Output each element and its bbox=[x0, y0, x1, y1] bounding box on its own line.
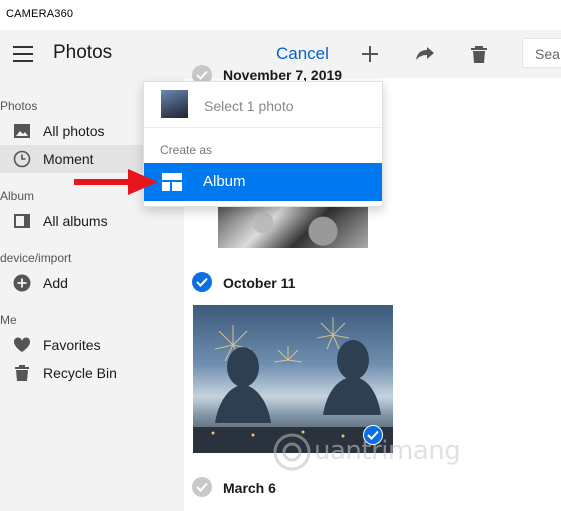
section-label-album: Album bbox=[0, 189, 35, 203]
clock-icon bbox=[13, 150, 31, 168]
search-placeholder: Sea bbox=[535, 46, 560, 62]
group-date-label: March 6 bbox=[223, 480, 276, 496]
delete-icon[interactable] bbox=[467, 42, 491, 66]
create-album-menu-item[interactable]: Album bbox=[144, 163, 382, 201]
select-photo-label: Select 1 photo bbox=[204, 98, 294, 114]
create-flyout-menu: Select 1 photo Create as Album bbox=[143, 81, 383, 207]
plus-circle-icon bbox=[13, 274, 31, 292]
watermark-text: uantrimang bbox=[314, 436, 461, 466]
sidebar-item-label: Moment bbox=[43, 151, 94, 167]
select-photo-item[interactable]: Select 1 photo bbox=[144, 82, 382, 128]
share-icon[interactable] bbox=[413, 42, 437, 66]
sidebar-item-label: Favorites bbox=[43, 337, 101, 353]
section-label-photos: Photos bbox=[0, 99, 38, 113]
cancel-button[interactable]: Cancel bbox=[276, 44, 329, 64]
sidebar-item-recycle-bin[interactable]: Recycle Bin bbox=[0, 359, 184, 387]
page-title: Photos bbox=[53, 42, 113, 63]
create-as-label: Create as bbox=[160, 143, 213, 157]
section-label-device-import: device/import bbox=[0, 251, 72, 265]
album-menu-label: Album bbox=[203, 173, 246, 190]
hamburger-menu-icon[interactable] bbox=[13, 46, 33, 62]
album-grid-icon bbox=[162, 173, 182, 191]
watermark-logo-icon bbox=[273, 433, 311, 471]
sidebar-item-add[interactable]: Add bbox=[0, 269, 184, 297]
title-bar: CAMERA360 bbox=[0, 0, 561, 30]
group-select-checkbox[interactable] bbox=[192, 477, 212, 497]
image-icon bbox=[13, 122, 31, 140]
selected-photo-thumbnail bbox=[161, 90, 188, 118]
photo-thumbnail[interactable] bbox=[218, 206, 368, 248]
group-date-label: October 11 bbox=[223, 275, 296, 291]
sidebar-item-label: Recycle Bin bbox=[43, 365, 117, 381]
heart-icon bbox=[13, 336, 31, 354]
trash-icon bbox=[13, 364, 31, 382]
add-icon[interactable] bbox=[358, 42, 382, 66]
app-title: CAMERA360 bbox=[6, 8, 74, 20]
sidebar-item-label: Add bbox=[43, 275, 68, 291]
red-arrow-annotation bbox=[74, 169, 158, 195]
search-input[interactable]: Sea bbox=[522, 38, 561, 68]
watermark: uantrimang bbox=[272, 428, 502, 478]
sidebar-item-label: All albums bbox=[43, 213, 108, 229]
sidebar-item-all-albums[interactable]: All albums bbox=[0, 207, 184, 235]
album-icon bbox=[13, 212, 31, 230]
section-label-me: Me bbox=[0, 313, 17, 327]
sidebar-item-label: All photos bbox=[43, 123, 105, 139]
group-select-checkbox[interactable] bbox=[192, 272, 212, 292]
sidebar-item-favorites[interactable]: Favorites bbox=[0, 331, 184, 359]
